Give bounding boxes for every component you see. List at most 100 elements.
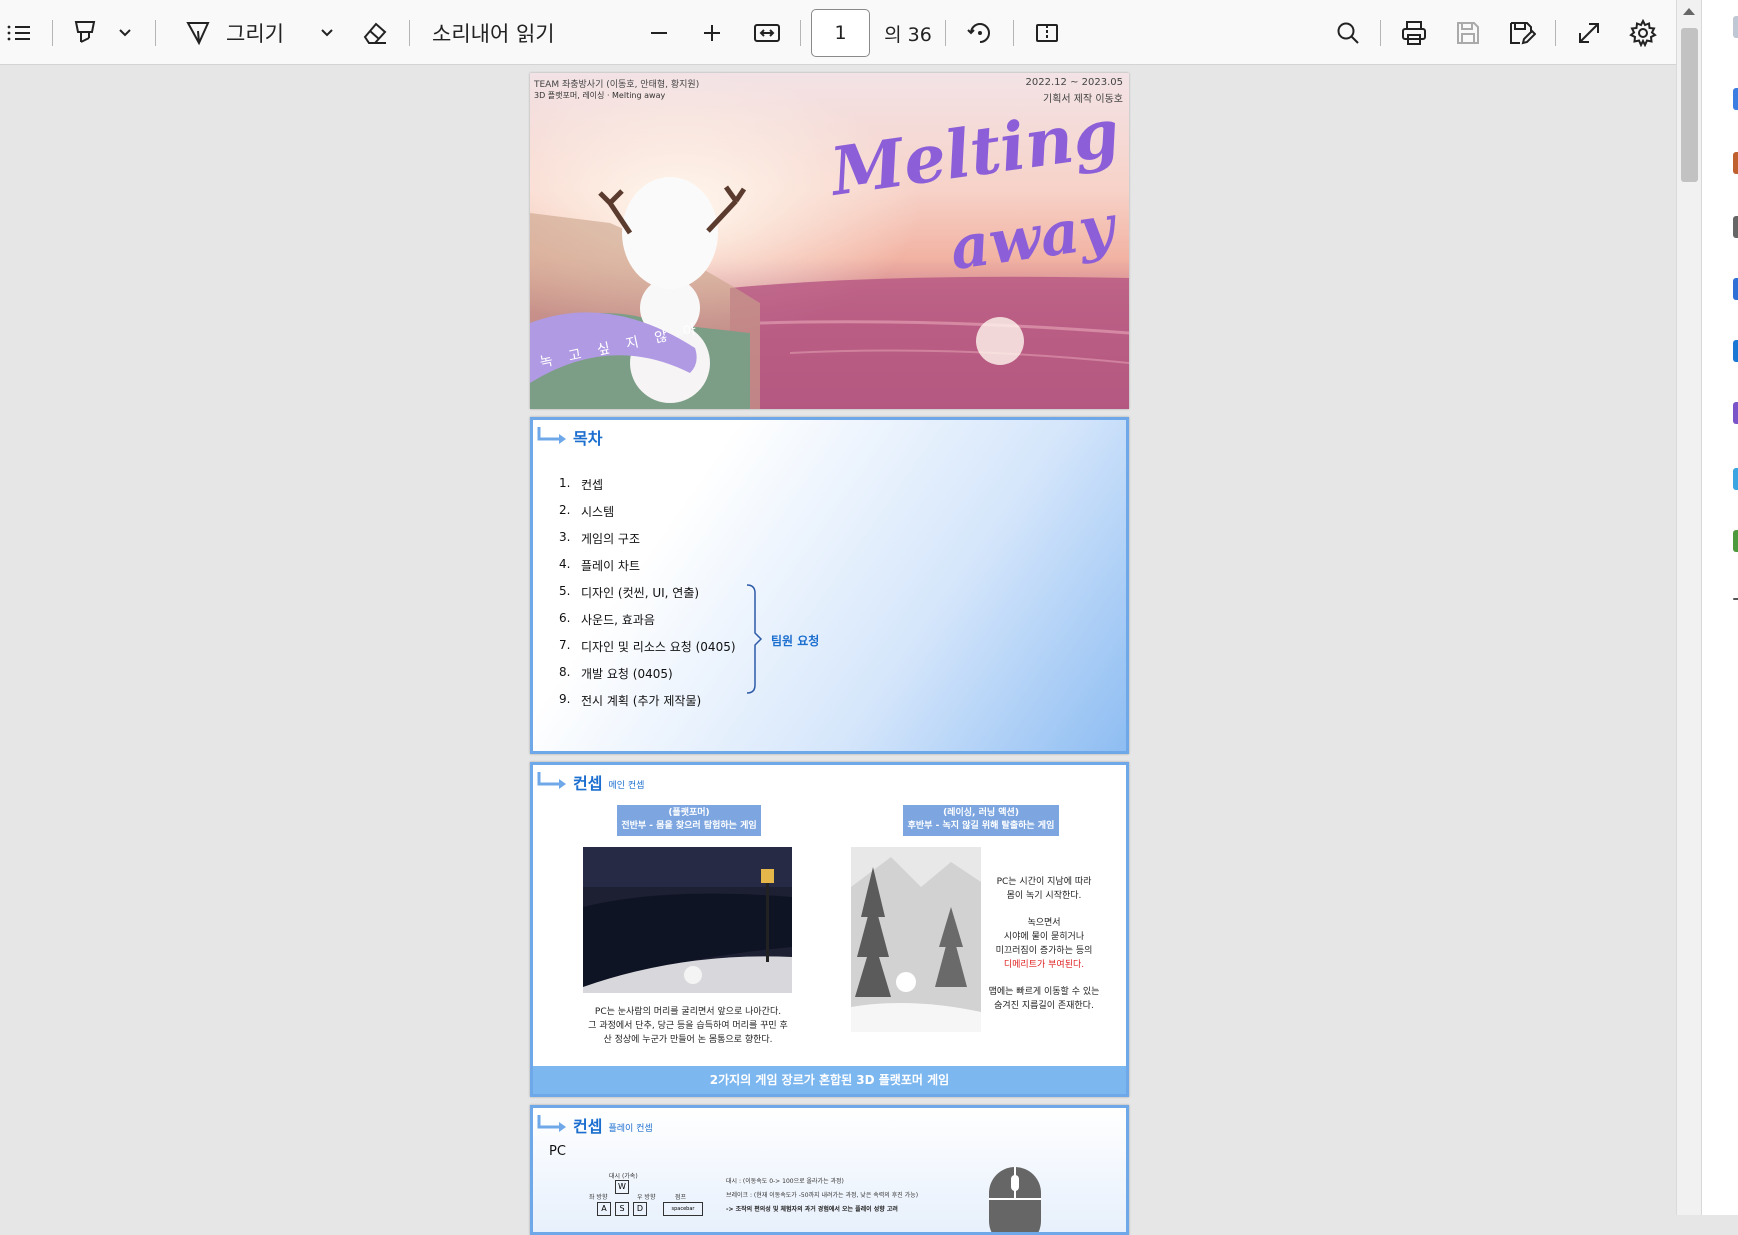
pc-label: PC [549, 1144, 566, 1159]
racing-caption-line1: PC는 시간이 지남에 따라 [996, 877, 1092, 887]
key-w: W [615, 1180, 629, 1194]
highlight-icon[interactable] [68, 12, 102, 54]
racing-caption-line4: 시야에 물이 묻히거나 [1003, 932, 1085, 942]
slide-concept-main: 컨셉 메인 컨셉 (플랫포머) 전반부 - 몸을 찾으러 탐험하는 게임 (레이… [530, 762, 1129, 1097]
fullscreen-icon[interactable] [1571, 12, 1607, 54]
print-icon[interactable] [1396, 12, 1432, 54]
play-concept-title: 컨셉 [573, 1117, 603, 1136]
key-s: S [615, 1202, 629, 1216]
racing-label-line2: 후반부 - 녹지 않길 위해 탈출하는 게임 [907, 821, 1055, 831]
rotate-icon[interactable] [963, 12, 997, 54]
fit-to-width-icon[interactable] [750, 12, 784, 54]
toc-item-text: 전시 계획 (추가 제작물) [581, 694, 702, 708]
draw-label: 그리기 [226, 22, 284, 46]
sidebar-search-icon[interactable] [1733, 16, 1738, 38]
date-range: 2022.12 ~ 2023.05 [1025, 77, 1123, 88]
platformer-caption-line3: 산 정상에 누군가 만들어 논 몸통으로 향한다. [603, 1035, 773, 1045]
racing-caption-line6: 디메리트가 부여된다. [1003, 960, 1085, 970]
toc-item-number: 4. [559, 557, 571, 571]
platformer-caption-line2: 그 과정에서 단추, 당근 등을 습득하여 머리를 꾸민 후 [588, 1021, 788, 1031]
toolbar-separator [945, 20, 946, 46]
play-desc-line2: 브레이크 : (현재 이동속도가 -50까지 내려가는 과정, 낮은 속력의 후… [726, 1192, 919, 1199]
sidebar-app-icon[interactable] [1733, 88, 1738, 110]
play-desc-line1: 대시 : (이동속도 0-> 100으로 올라가는 과정) [726, 1178, 844, 1185]
sidebar-drop-icon[interactable] [1733, 468, 1738, 490]
search-icon[interactable] [1330, 12, 1366, 54]
read-aloud-label: 소리내어 읽기 [432, 22, 555, 46]
toolbar-separator [52, 20, 53, 46]
zoom-in-icon[interactable] [697, 12, 727, 54]
arrow-icon [537, 427, 566, 444]
toc-item-text: 플레이 차트 [581, 559, 641, 573]
toc-item: 7. 디자인 및 리소스 요청 (0405) [559, 638, 736, 665]
concept-banner: 2가지의 게임 장르가 혼합된 3D 플랫포머 게임 [533, 1066, 1126, 1094]
racing-caption-line3: 녹으면서 [1027, 918, 1061, 928]
draw-pen-icon[interactable] [182, 12, 214, 54]
browser-sidebar [1701, 0, 1738, 1215]
highlight-dropdown-chevron-icon[interactable] [112, 12, 138, 54]
genre-line: 3D 플랫포머, 레이싱 · Melting away [534, 91, 666, 100]
zoom-out-icon[interactable] [644, 12, 674, 54]
sidebar-games-icon[interactable] [1733, 216, 1738, 238]
racing-caption-line2: 몸이 녹기 시작한다. [1006, 891, 1082, 901]
racing-label-line1: (레이싱, 러닝 액션) [943, 808, 1019, 818]
toolbar-separator [409, 20, 410, 46]
team-request-label: 팀원 요청 [771, 634, 820, 648]
toc-item: 9. 전시 계획 (추가 제작물) [559, 692, 736, 719]
toc-item: 8. 개발 요청 (0405) [559, 665, 736, 692]
scrollbar-thumb[interactable] [1681, 28, 1698, 182]
sidebar-tools-icon[interactable] [1733, 152, 1738, 174]
toc-item-text: 사운드, 효과음 [581, 613, 655, 627]
toc-item-text: 디자인 및 리소스 요청 (0405) [581, 640, 736, 654]
page-total-label: 의 36 [884, 23, 932, 46]
vertical-scrollbar[interactable] [1676, 0, 1701, 1215]
platformer-label-line1: (플랫포머) [668, 808, 710, 818]
toc-item-text: 디자인 (컷씬, UI, 연출) [581, 586, 700, 600]
racing-label-box: (레이싱, 러닝 액션) 후반부 - 녹지 않길 위해 탈출하는 게임 [903, 805, 1059, 836]
jump-label: 점프 [675, 1194, 687, 1201]
key-a: A [597, 1202, 611, 1216]
concept-title: 컨셉 [573, 774, 603, 793]
platformer-caption-line1: PC는 눈사람의 머리를 굴리면서 앞으로 나아간다. [594, 1007, 782, 1017]
left-dir-label: 좌 방향 [589, 1194, 608, 1201]
toc-title: 목차 [573, 429, 603, 448]
read-aloud-button[interactable]: 소리내어 읽기 [432, 12, 572, 54]
toc-item-text: 시스템 [581, 505, 615, 519]
toc-item-number: 8. [559, 665, 571, 679]
play-concept-subtitle: 플레이 컨셉 [608, 1123, 653, 1134]
concept-header: 컨셉 메인 컨셉 [537, 770, 644, 794]
racing-caption: PC는 시간이 지남에 따라 몸이 녹기 시작한다. 녹으면서 시야에 물이 묻… [981, 875, 1107, 1013]
racing-caption-line8: 숨겨진 지름길이 존재한다. [994, 1001, 1094, 1011]
draw-dropdown-chevron-icon[interactable] [314, 12, 340, 54]
scroll-up-arrow-icon[interactable] [1683, 8, 1695, 15]
arrow-icon [537, 772, 566, 789]
draw-button[interactable]: 그리기 [226, 12, 296, 54]
night-scene-image [583, 847, 792, 993]
key-d: D [633, 1202, 647, 1216]
platformer-label-line2: 전반부 - 몸을 찾으러 탐험하는 게임 [621, 821, 757, 831]
sidebar-shopping-icon[interactable] [1733, 278, 1738, 300]
toc-list: 1. 컨셉 2. 시스템 3. 게임의 구조 4. 플레이 차트 5. 디자인 (컷씬, … [559, 476, 736, 719]
toc-item-number: 7. [559, 638, 571, 652]
sidebar-add-icon[interactable] [1733, 598, 1738, 600]
page-view-icon[interactable] [1030, 12, 1064, 54]
toolbar-separator [1380, 20, 1381, 46]
save-as-icon[interactable] [1504, 12, 1540, 54]
toc-header: 목차 [537, 425, 602, 449]
team-line: TEAM 좌충방사기 (이동호, 안태형, 황지원) [534, 80, 700, 90]
sidebar-outlook-icon[interactable] [1733, 340, 1738, 362]
page-number-input[interactable]: 1 [811, 9, 870, 57]
sidebar-office-icon[interactable] [1733, 402, 1738, 424]
racing-caption-line7: 맵에는 빠르게 이동할 수 있는 [988, 987, 1100, 997]
table-of-contents-icon[interactable] [4, 12, 34, 54]
toc-item: 3. 게임의 구조 [559, 530, 736, 557]
settings-gear-icon[interactable] [1625, 12, 1661, 54]
sidebar-extension-icon[interactable] [1733, 530, 1738, 552]
toc-item-number: 9. [559, 692, 571, 706]
eraser-icon[interactable] [358, 12, 392, 54]
racing-caption-line5: 미끄러짐이 증가하는 등의 [995, 946, 1093, 956]
pdf-toolbar: 그리기 소리내어 읽기 1 의 36 [0, 0, 1676, 65]
page-total: 의 36 [884, 12, 932, 54]
